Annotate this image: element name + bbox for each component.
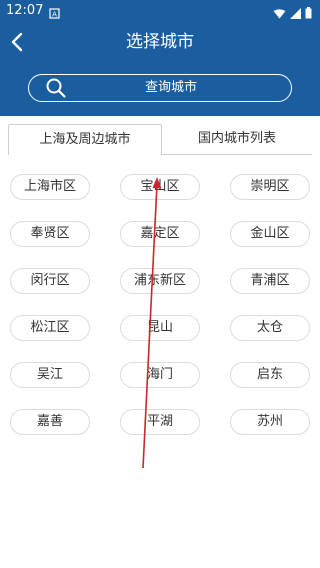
city-button[interactable]: 嘉定区 — [120, 221, 200, 247]
status-time: 12:07 — [6, 3, 44, 18]
city-button[interactable]: 苏州 — [230, 409, 310, 435]
tab-bar: 上海及周边城市 国内城市列表 — [8, 124, 312, 155]
city-button[interactable]: 宝山区 — [120, 174, 200, 200]
page-title: 选择城市 — [126, 32, 194, 52]
city-button[interactable]: 金山区 — [230, 221, 310, 247]
city-button[interactable]: 闵行区 — [10, 268, 90, 294]
search-label: 查询城市 — [144, 80, 197, 95]
app-header: 12:07 A 选择城市 查询城市 — [0, 0, 320, 116]
city-button[interactable]: 吴江 — [10, 362, 90, 388]
city-button[interactable]: 海门 — [120, 362, 200, 388]
wifi-icon — [273, 4, 286, 23]
city-button[interactable]: 太仓 — [230, 315, 310, 341]
city-button[interactable]: 松江区 — [10, 315, 90, 341]
battery-icon — [305, 4, 312, 23]
city-button[interactable]: 启东 — [230, 362, 310, 388]
city-button[interactable]: 崇明区 — [230, 174, 310, 200]
city-button[interactable]: 平湖 — [120, 409, 200, 435]
city-button[interactable]: 昆山 — [120, 315, 200, 341]
svg-text:A: A — [52, 11, 57, 19]
city-button[interactable]: 青浦区 — [230, 268, 310, 294]
notification-icon: A — [49, 4, 60, 23]
city-button[interactable]: 奉贤区 — [10, 221, 90, 247]
tab-shanghai-surrounding[interactable]: 上海及周边城市 — [8, 124, 162, 155]
status-icons — [273, 4, 312, 23]
search-input[interactable]: 查询城市 — [28, 74, 292, 102]
signal-icon — [290, 4, 301, 23]
status-bar: 12:07 A — [0, 0, 320, 22]
city-button[interactable]: 浦东新区 — [120, 268, 200, 294]
city-button[interactable]: 嘉善 — [10, 409, 90, 435]
city-button[interactable]: 上海市区 — [10, 174, 90, 200]
tab-domestic-cities[interactable]: 国内城市列表 — [162, 124, 312, 155]
